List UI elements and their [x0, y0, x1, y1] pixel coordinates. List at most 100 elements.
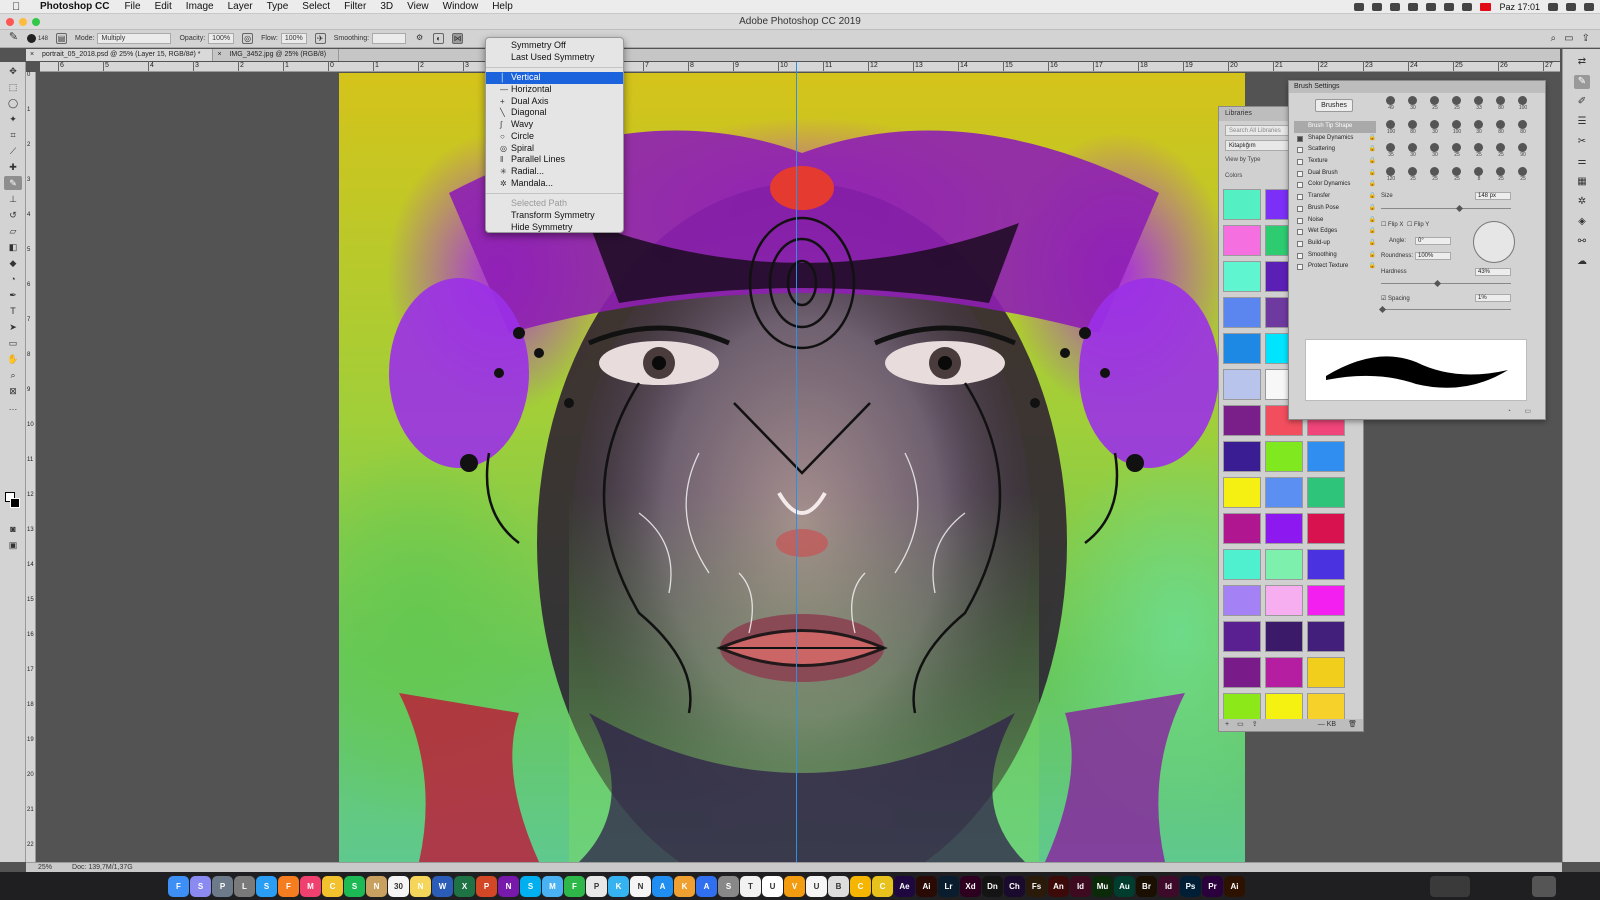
lock-icon[interactable]: 🔒	[1369, 144, 1376, 156]
dock-app-icon[interactable]: N	[366, 876, 387, 897]
brush-size-picker[interactable]: 148	[27, 34, 48, 43]
symmetry-option-horizontal[interactable]: — Horizontal	[486, 84, 623, 96]
dock-app-icon[interactable]: F	[564, 876, 585, 897]
library-color-swatch[interactable]	[1265, 549, 1303, 580]
brush-tip[interactable]: 90	[1513, 142, 1533, 160]
brush-option-color-dynamics[interactable]: Color Dynamics 🔒	[1294, 179, 1376, 191]
dock-app-icon[interactable]: X	[454, 876, 475, 897]
apple-menu-icon[interactable]: 	[12, 1, 26, 13]
checkbox[interactable]	[1297, 194, 1303, 201]
dock-app-icon[interactable]: Ai	[916, 876, 937, 897]
opacity-input[interactable]: 100%	[208, 33, 235, 44]
dock-app-icon[interactable]: Ps	[1180, 876, 1201, 897]
notification-center-icon[interactable]	[1584, 3, 1594, 11]
folder-icon[interactable]: ▭	[1237, 719, 1244, 731]
quick-mask-icon[interactable]: ◙	[4, 522, 22, 536]
dock-app-icon[interactable]: Id	[1070, 876, 1091, 897]
screen-mode-icon[interactable]: ▣	[4, 538, 22, 552]
eraser-tool-icon[interactable]: ▱	[4, 224, 22, 238]
symmetry-option-circle[interactable]: ○ Circle	[486, 131, 623, 143]
lock-icon[interactable]: 🔒	[1369, 215, 1376, 227]
marquee-tool-icon[interactable]: ⬚	[4, 80, 22, 94]
checkbox[interactable]	[1297, 252, 1303, 259]
dock-app-icon[interactable]: U	[762, 876, 783, 897]
library-color-swatch[interactable]	[1223, 513, 1261, 544]
library-color-swatch[interactable]	[1265, 477, 1303, 508]
channels-panel-icon[interactable]: ✲	[1574, 195, 1590, 209]
brushes-button[interactable]: Brushes	[1315, 99, 1353, 112]
spotlight-icon[interactable]	[1548, 3, 1558, 11]
lasso-tool-icon[interactable]: ◯	[4, 96, 22, 110]
brushes-panel-icon[interactable]: ✐	[1574, 95, 1590, 109]
symmetry-option-radial[interactable]: ✳ Radial...	[486, 166, 623, 178]
brush-tip[interactable]: 30	[1403, 95, 1423, 113]
brush-tip[interactable]: 8	[1469, 166, 1489, 184]
dock-app-icon[interactable]: P	[476, 876, 497, 897]
dock-app-icon[interactable]: P	[212, 876, 233, 897]
brush-tip[interactable]: 25	[1425, 166, 1445, 184]
dock-app-icon[interactable]: Au	[1114, 876, 1135, 897]
brush-tip[interactable]: 100	[1447, 119, 1467, 137]
shape-tool-icon[interactable]: ▭	[4, 336, 22, 350]
close-window-button[interactable]	[6, 18, 14, 26]
size-slider[interactable]	[1381, 208, 1511, 209]
brush-tool-icon[interactable]: ✎	[4, 176, 22, 190]
brush-settings-panel-icon[interactable]: ✎	[1574, 75, 1590, 89]
app-name-menu[interactable]: Photoshop CC	[40, 1, 109, 12]
search-icon[interactable]: ⌕	[1551, 33, 1557, 44]
blur-tool-icon[interactable]: ◆	[4, 256, 22, 270]
mode-select[interactable]: Multiply	[97, 33, 172, 44]
brush-tip[interactable]: 25	[1491, 142, 1511, 160]
dock-app-icon[interactable]: L	[234, 876, 255, 897]
spacing-slider-knob[interactable]	[1379, 305, 1387, 314]
brush-tip[interactable]: 30	[1425, 119, 1445, 137]
library-color-swatch[interactable]	[1223, 549, 1261, 580]
checkbox[interactable]	[1297, 159, 1303, 166]
creative-cloud-icon[interactable]	[1354, 3, 1365, 11]
checkbox[interactable]	[1297, 205, 1303, 212]
path-selection-tool-icon[interactable]: ➤	[4, 320, 22, 334]
dock-app-icon[interactable]: Pr	[1202, 876, 1223, 897]
dock-app-icon[interactable]: C	[850, 876, 871, 897]
healing-brush-tool-icon[interactable]: ✚	[4, 160, 22, 174]
document-size[interactable]: Doc: 139,7M/1,37G	[72, 863, 133, 872]
brush-option-dual-brush[interactable]: Dual Brush 🔒	[1294, 168, 1376, 180]
checkbox[interactable]	[1297, 264, 1303, 271]
dock-app-icon[interactable]: Fs	[1026, 876, 1047, 897]
airplay-icon[interactable]	[1444, 3, 1455, 11]
time-machine-icon[interactable]	[1390, 3, 1401, 11]
background-color-swatch[interactable]	[10, 498, 20, 508]
libraries-panel-icon[interactable]: ☁	[1574, 255, 1590, 269]
dock-app-icon[interactable]: M	[542, 876, 563, 897]
library-color-swatch[interactable]	[1223, 405, 1261, 436]
clone-stamp-tool-icon[interactable]: ⊥	[4, 192, 22, 206]
dock-app-icon[interactable]: S	[718, 876, 739, 897]
brush-panel-toggle-icon[interactable]: ▤	[56, 33, 68, 44]
library-color-swatch[interactable]	[1223, 621, 1261, 652]
menu-filter[interactable]: Filter	[344, 1, 366, 12]
dock-app-icon[interactable]: M	[300, 876, 321, 897]
dock-app-icon[interactable]: 30	[388, 876, 409, 897]
dodge-tool-icon[interactable]: ◔	[4, 272, 22, 286]
hardness-slider[interactable]	[1381, 283, 1511, 284]
dock-app-icon[interactable]: F	[168, 876, 189, 897]
wifi-icon[interactable]	[1426, 3, 1437, 11]
dock-app-icon[interactable]: W	[432, 876, 453, 897]
new-brush-icon[interactable]: ◔	[1507, 408, 1511, 415]
input-source-flag-icon[interactable]	[1480, 3, 1492, 11]
symmetry-option-parallel-lines[interactable]: ‖ Parallel Lines	[486, 154, 623, 166]
menu-layer[interactable]: Layer	[228, 1, 253, 12]
gradient-tool-icon[interactable]: ◧	[4, 240, 22, 254]
brush-tip[interactable]: 25	[1447, 95, 1467, 113]
checkbox[interactable]	[1297, 170, 1303, 177]
library-color-swatch[interactable]	[1223, 657, 1261, 688]
dock-app-icon[interactable]: N	[410, 876, 431, 897]
dropbox-icon[interactable]	[1372, 3, 1383, 11]
workspace-switcher-icon[interactable]: ▭	[1564, 33, 1573, 44]
brush-option-brush-tip-shape[interactable]: Brush Tip Shape	[1294, 121, 1376, 133]
brush-tip[interactable]: 100	[1513, 95, 1533, 113]
lock-icon[interactable]: 🔒	[1369, 168, 1376, 180]
hardness-slider-knob[interactable]	[1433, 279, 1441, 288]
library-color-swatch[interactable]	[1307, 441, 1345, 472]
brush-tip[interactable]: 49	[1381, 95, 1401, 113]
